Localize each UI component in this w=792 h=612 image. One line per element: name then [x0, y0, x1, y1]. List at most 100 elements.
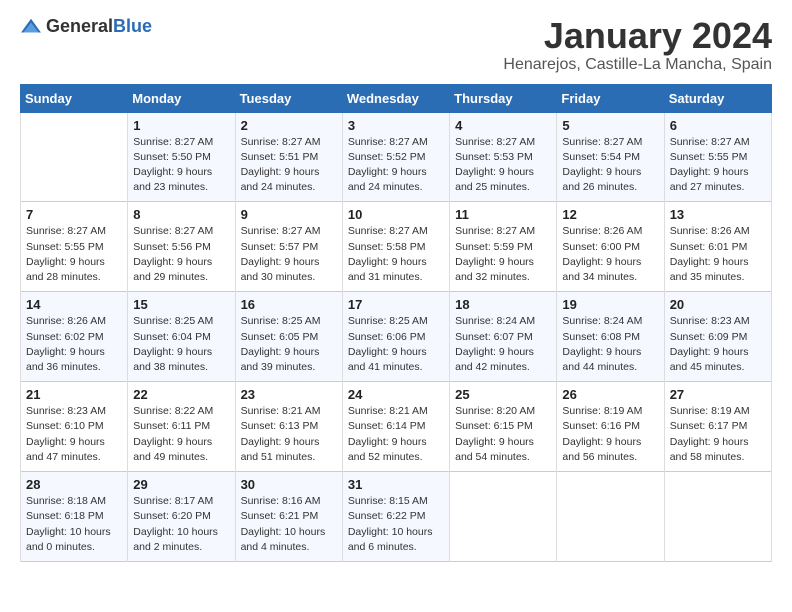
day-number: 28 — [26, 477, 122, 492]
day-info: Sunrise: 8:22 AMSunset: 6:11 PMDaylight:… — [133, 404, 229, 465]
day-number: 3 — [348, 118, 444, 133]
calendar-cell: 18Sunrise: 8:24 AMSunset: 6:07 PMDayligh… — [450, 292, 557, 382]
logo-text-general: General — [46, 16, 113, 36]
header-row: SundayMondayTuesdayWednesdayThursdayFrid… — [21, 84, 772, 112]
day-number: 15 — [133, 297, 229, 312]
calendar-cell: 31Sunrise: 8:15 AMSunset: 6:22 PMDayligh… — [342, 472, 449, 562]
calendar-cell — [450, 472, 557, 562]
day-number: 24 — [348, 387, 444, 402]
calendar-week-3: 14Sunrise: 8:26 AMSunset: 6:02 PMDayligh… — [21, 292, 772, 382]
calendar-cell: 12 Sunrise: 8:26 AMSunset: 6:00 PMDayligh… — [557, 202, 664, 292]
calendar-cell: 30 Sunrise: 8:16 AMSunset: 6:21 PMDayligh… — [235, 472, 342, 562]
calendar-body: 1 Sunrise: 8:27 AMSunset: 5:50 PMDaylight… — [21, 112, 772, 561]
day-number: 21 — [26, 387, 122, 402]
calendar-cell: 3 Sunrise: 8:27 AMSunset: 5:52 PMDaylight… — [342, 112, 449, 202]
day-info: Sunrise: 8:25 AMSunset: 6:04 PMDaylight:… — [133, 314, 229, 375]
day-info: Sunrise: 8:18 AMSunset: 6:18 PMDaylight:… — [26, 494, 122, 555]
header-cell-wednesday: Wednesday — [342, 84, 449, 112]
header-cell-monday: Monday — [128, 84, 235, 112]
day-info: Sunrise: 8:27 AMSunset: 5:58 PMDaylight:… — [348, 224, 444, 285]
day-number: 2 — [241, 118, 337, 133]
day-info: Sunrise: 8:20 AMSunset: 6:15 PMDaylight:… — [455, 404, 551, 465]
day-info: Sunrise: 8:27 AMSunset: 5:52 PMDaylight:… — [348, 135, 444, 196]
calendar-table: SundayMondayTuesdayWednesdayThursdayFrid… — [20, 84, 772, 562]
day-number: 25 — [455, 387, 551, 402]
day-info: Sunrise: 8:25 AMSunset: 6:05 PMDaylight:… — [241, 314, 337, 375]
calendar-week-4: 21 Sunrise: 8:23 AMSunset: 6:10 PMDayligh… — [21, 382, 772, 472]
day-info: Sunrise: 8:15 AMSunset: 6:22 PMDaylight:… — [348, 494, 444, 555]
calendar-cell: 23Sunrise: 8:21 AMSunset: 6:13 PMDayligh… — [235, 382, 342, 472]
calendar-cell: 6Sunrise: 8:27 AMSunset: 5:55 PMDaylight… — [664, 112, 771, 202]
logo: GeneralBlue — [20, 16, 152, 38]
title-area: January 2024 Henarejos, Castille-La Manc… — [503, 16, 772, 74]
day-info: Sunrise: 8:24 AMSunset: 6:07 PMDaylight:… — [455, 314, 551, 375]
calendar-cell: 16Sunrise: 8:25 AMSunset: 6:05 PMDayligh… — [235, 292, 342, 382]
calendar-cell: 17Sunrise: 8:25 AMSunset: 6:06 PMDayligh… — [342, 292, 449, 382]
day-info: Sunrise: 8:26 AMSunset: 6:02 PMDaylight:… — [26, 314, 122, 375]
day-info: Sunrise: 8:23 AMSunset: 6:10 PMDaylight:… — [26, 404, 122, 465]
day-number: 11 — [455, 207, 551, 222]
calendar-cell: 5Sunrise: 8:27 AMSunset: 5:54 PMDaylight… — [557, 112, 664, 202]
calendar-cell: 8 Sunrise: 8:27 AMSunset: 5:56 PMDaylight… — [128, 202, 235, 292]
day-number: 6 — [670, 118, 766, 133]
page-header: GeneralBlue January 2024 Henarejos, Cast… — [20, 16, 772, 74]
header-cell-saturday: Saturday — [664, 84, 771, 112]
calendar-cell: 21 Sunrise: 8:23 AMSunset: 6:10 PMDayligh… — [21, 382, 128, 472]
day-info: Sunrise: 8:27 AMSunset: 5:57 PMDaylight:… — [241, 224, 337, 285]
calendar-cell: 1 Sunrise: 8:27 AMSunset: 5:50 PMDaylight… — [128, 112, 235, 202]
day-info: Sunrise: 8:27 AMSunset: 5:53 PMDaylight:… — [455, 135, 551, 196]
day-number: 29 — [133, 477, 229, 492]
month-title: January 2024 — [503, 16, 772, 56]
calendar-cell — [557, 472, 664, 562]
calendar-week-1: 1 Sunrise: 8:27 AMSunset: 5:50 PMDaylight… — [21, 112, 772, 202]
day-number: 8 — [133, 207, 229, 222]
calendar-week-5: 28 Sunrise: 8:18 AMSunset: 6:18 PMDayligh… — [21, 472, 772, 562]
day-number: 30 — [241, 477, 337, 492]
header-cell-friday: Friday — [557, 84, 664, 112]
day-info: Sunrise: 8:19 AMSunset: 6:17 PMDaylight:… — [670, 404, 766, 465]
calendar-header: SundayMondayTuesdayWednesdayThursdayFrid… — [21, 84, 772, 112]
day-info: Sunrise: 8:21 AMSunset: 6:14 PMDaylight:… — [348, 404, 444, 465]
calendar-cell: 10 Sunrise: 8:27 AMSunset: 5:58 PMDayligh… — [342, 202, 449, 292]
day-info: Sunrise: 8:25 AMSunset: 6:06 PMDaylight:… — [348, 314, 444, 375]
calendar-cell: 25 Sunrise: 8:20 AMSunset: 6:15 PMDayligh… — [450, 382, 557, 472]
day-number: 7 — [26, 207, 122, 222]
day-number: 27 — [670, 387, 766, 402]
calendar-cell: 29 Sunrise: 8:17 AMSunset: 6:20 PMDayligh… — [128, 472, 235, 562]
day-info: Sunrise: 8:26 AMSunset: 6:00 PMDaylight:… — [562, 224, 658, 285]
day-number: 26 — [562, 387, 658, 402]
day-info: Sunrise: 8:27 AMSunset: 5:54 PMDaylight:… — [562, 135, 658, 196]
day-number: 19 — [562, 297, 658, 312]
calendar-cell — [21, 112, 128, 202]
day-info: Sunrise: 8:27 AMSunset: 5:56 PMDaylight:… — [133, 224, 229, 285]
calendar-week-2: 7Sunrise: 8:27 AMSunset: 5:55 PMDaylight… — [21, 202, 772, 292]
day-info: Sunrise: 8:24 AMSunset: 6:08 PMDaylight:… — [562, 314, 658, 375]
calendar-cell: 13Sunrise: 8:26 AMSunset: 6:01 PMDayligh… — [664, 202, 771, 292]
day-info: Sunrise: 8:16 AMSunset: 6:21 PMDaylight:… — [241, 494, 337, 555]
day-number: 9 — [241, 207, 337, 222]
calendar-cell: 14Sunrise: 8:26 AMSunset: 6:02 PMDayligh… — [21, 292, 128, 382]
day-number: 1 — [133, 118, 229, 133]
day-number: 23 — [241, 387, 337, 402]
day-info: Sunrise: 8:27 AMSunset: 5:51 PMDaylight:… — [241, 135, 337, 196]
header-cell-tuesday: Tuesday — [235, 84, 342, 112]
calendar-cell: 28 Sunrise: 8:18 AMSunset: 6:18 PMDayligh… — [21, 472, 128, 562]
calendar-cell: 7Sunrise: 8:27 AMSunset: 5:55 PMDaylight… — [21, 202, 128, 292]
day-number: 10 — [348, 207, 444, 222]
day-info: Sunrise: 8:23 AMSunset: 6:09 PMDaylight:… — [670, 314, 766, 375]
calendar-cell: 27 Sunrise: 8:19 AMSunset: 6:17 PMDayligh… — [664, 382, 771, 472]
header-cell-thursday: Thursday — [450, 84, 557, 112]
calendar-cell: 2 Sunrise: 8:27 AMSunset: 5:51 PMDaylight… — [235, 112, 342, 202]
header-cell-sunday: Sunday — [21, 84, 128, 112]
day-number: 20 — [670, 297, 766, 312]
day-info: Sunrise: 8:17 AMSunset: 6:20 PMDaylight:… — [133, 494, 229, 555]
calendar-cell: 22Sunrise: 8:22 AMSunset: 6:11 PMDayligh… — [128, 382, 235, 472]
day-number: 12 — [562, 207, 658, 222]
day-info: Sunrise: 8:27 AMSunset: 5:50 PMDaylight:… — [133, 135, 229, 196]
calendar-cell: 20 Sunrise: 8:23 AMSunset: 6:09 PMDayligh… — [664, 292, 771, 382]
calendar-cell: 26Sunrise: 8:19 AMSunset: 6:16 PMDayligh… — [557, 382, 664, 472]
calendar-cell: 24 Sunrise: 8:21 AMSunset: 6:14 PMDayligh… — [342, 382, 449, 472]
calendar-cell — [664, 472, 771, 562]
calendar-cell: 19 Sunrise: 8:24 AMSunset: 6:08 PMDayligh… — [557, 292, 664, 382]
calendar-cell: 9 Sunrise: 8:27 AMSunset: 5:57 PMDaylight… — [235, 202, 342, 292]
